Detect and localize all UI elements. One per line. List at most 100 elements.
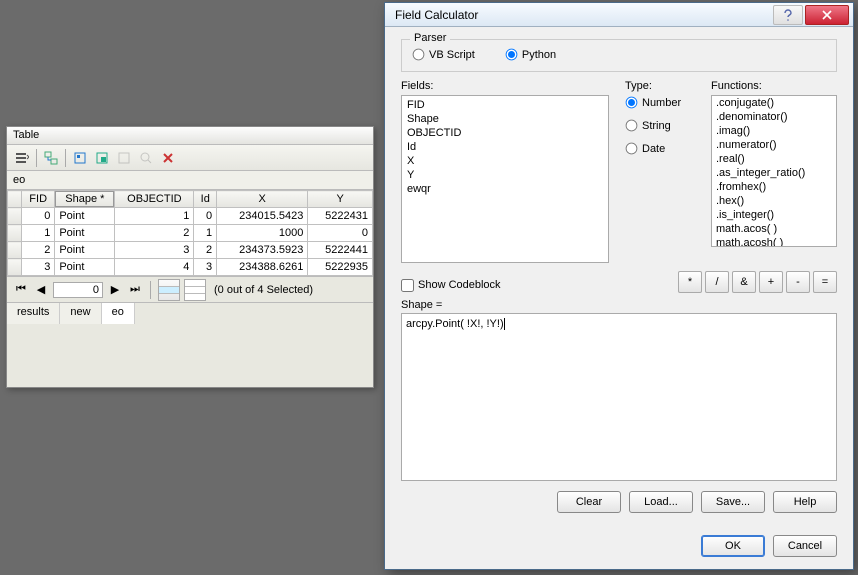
column-header[interactable]: OBJECTID [115,191,194,208]
operator-button[interactable]: - [786,271,810,293]
ok-button[interactable]: OK [701,535,765,557]
function-item[interactable]: .hex() [712,194,836,208]
function-item[interactable]: .numerator() [712,138,836,152]
cell[interactable]: 2 [194,242,217,259]
field-item[interactable]: Id [404,140,606,154]
table-row[interactable]: 2Point32234373.59235222441 [8,242,373,259]
type-string-radio[interactable]: String [625,119,695,132]
delete-selection-button[interactable] [158,148,178,168]
prev-record-button[interactable]: ◀ [33,282,49,298]
cell[interactable]: 0 [194,208,217,225]
table-row[interactable]: 1Point2110000 [8,225,373,242]
cell[interactable]: Point [55,208,115,225]
field-item[interactable]: OBJECTID [404,126,606,140]
expression-textarea[interactable]: arcpy.Point( !X!, !Y!) [401,313,837,481]
result-tab[interactable]: results [7,303,60,324]
table-row[interactable]: 3Point43234388.62615222935 [8,259,373,276]
cell[interactable]: 3 [194,259,217,276]
functions-listbox[interactable]: .conjugate().denominator().imag().numera… [711,95,837,247]
function-item[interactable]: .as_integer_ratio() [712,166,836,180]
function-item[interactable]: .fromhex() [712,180,836,194]
save-button[interactable]: Save... [701,491,765,513]
column-header[interactable]: Shape * [55,191,115,208]
cell[interactable]: 1000 [217,225,308,242]
cell[interactable]: 2 [115,225,194,242]
cell[interactable]: Point [55,225,115,242]
operator-button[interactable]: = [813,271,837,293]
select-by-attributes-button[interactable] [70,148,90,168]
dialog-titlebar[interactable]: Field Calculator [385,3,853,27]
cell[interactable]: 1 [194,225,217,242]
table-grid[interactable]: FIDShape *OBJECTIDIdXY 0Point10234015.54… [7,190,373,276]
field-calculator-dialog: Field Calculator Parser VB Script Python… [384,2,854,570]
operator-button[interactable]: + [759,271,783,293]
cell[interactable]: 234015.5423 [217,208,308,225]
cell[interactable]: 1 [22,225,55,242]
parser-vb-radio[interactable]: VB Script [412,48,475,61]
field-item[interactable]: FID [404,98,606,112]
column-header[interactable]: X [217,191,308,208]
show-all-button[interactable] [158,279,180,301]
function-item[interactable]: .imag() [712,124,836,138]
cell[interactable]: 2 [22,242,55,259]
dialog-close-button[interactable] [805,5,849,25]
cell[interactable]: 0 [22,208,55,225]
show-codeblock-checkbox[interactable] [401,279,414,292]
clear-button[interactable]: Clear [557,491,621,513]
field-item[interactable]: X [404,154,606,168]
first-record-button[interactable]: ⏮ [13,282,29,298]
column-header[interactable]: Id [194,191,217,208]
record-position-input[interactable]: 0 [53,282,103,298]
function-item[interactable]: .denominator() [712,110,836,124]
table-titlebar[interactable]: Table [7,127,373,145]
help-button[interactable]: Help [773,491,837,513]
result-tab[interactable]: new [60,303,101,324]
cell[interactable]: 5222431 [308,208,373,225]
operator-button[interactable]: & [732,271,756,293]
field-item[interactable]: ewqr [404,182,606,196]
type-date-radio[interactable]: Date [625,142,695,155]
operator-button[interactable]: * [678,271,702,293]
cell[interactable]: 234373.5923 [217,242,308,259]
field-item[interactable]: Shape [404,112,606,126]
show-selected-button[interactable] [184,279,206,301]
functions-label: Functions: [711,80,837,92]
cell[interactable]: 4 [115,259,194,276]
column-header[interactable]: Y [308,191,373,208]
switch-selection-button[interactable] [92,148,112,168]
cell[interactable]: 5222441 [308,242,373,259]
cell[interactable]: 3 [22,259,55,276]
dialog-help-button[interactable] [773,5,803,25]
table-statusbar: ⏮ ◀ 0 ▶ ⏭ (0 out of 4 Selected) [7,276,373,302]
cell[interactable]: 0 [308,225,373,242]
cell[interactable]: 234388.6261 [217,259,308,276]
cell[interactable]: 1 [115,208,194,225]
field-item[interactable]: Y [404,168,606,182]
operator-button[interactable]: / [705,271,729,293]
last-record-button[interactable]: ⏭ [127,282,143,298]
cell[interactable]: 5222935 [308,259,373,276]
layer-name: eo [7,171,373,190]
function-item[interactable]: .is_integer() [712,208,836,222]
cell[interactable]: 3 [115,242,194,259]
function-item[interactable]: math.acos( ) [712,222,836,236]
cell[interactable]: Point [55,242,115,259]
table-menu-button[interactable] [12,148,32,168]
load-button[interactable]: Load... [629,491,693,513]
cell[interactable]: Point [55,259,115,276]
zoom-selection-button[interactable] [136,148,156,168]
next-record-button[interactable]: ▶ [107,282,123,298]
parser-python-radio[interactable]: Python [505,48,556,61]
type-number-radio[interactable]: Number [625,96,695,109]
function-item[interactable]: math.acosh( ) [712,236,836,247]
fields-listbox[interactable]: FIDShapeOBJECTIDIdXYewqr [401,95,609,263]
related-tables-button[interactable] [41,148,61,168]
clear-selection-button[interactable] [114,148,134,168]
result-tab[interactable]: eo [102,303,135,324]
table-row[interactable]: 0Point10234015.54235222431 [8,208,373,225]
function-item[interactable]: .real() [712,152,836,166]
function-item[interactable]: .conjugate() [712,96,836,110]
cancel-button[interactable]: Cancel [773,535,837,557]
column-header[interactable]: FID [22,191,55,208]
parser-legend: Parser [410,32,450,44]
